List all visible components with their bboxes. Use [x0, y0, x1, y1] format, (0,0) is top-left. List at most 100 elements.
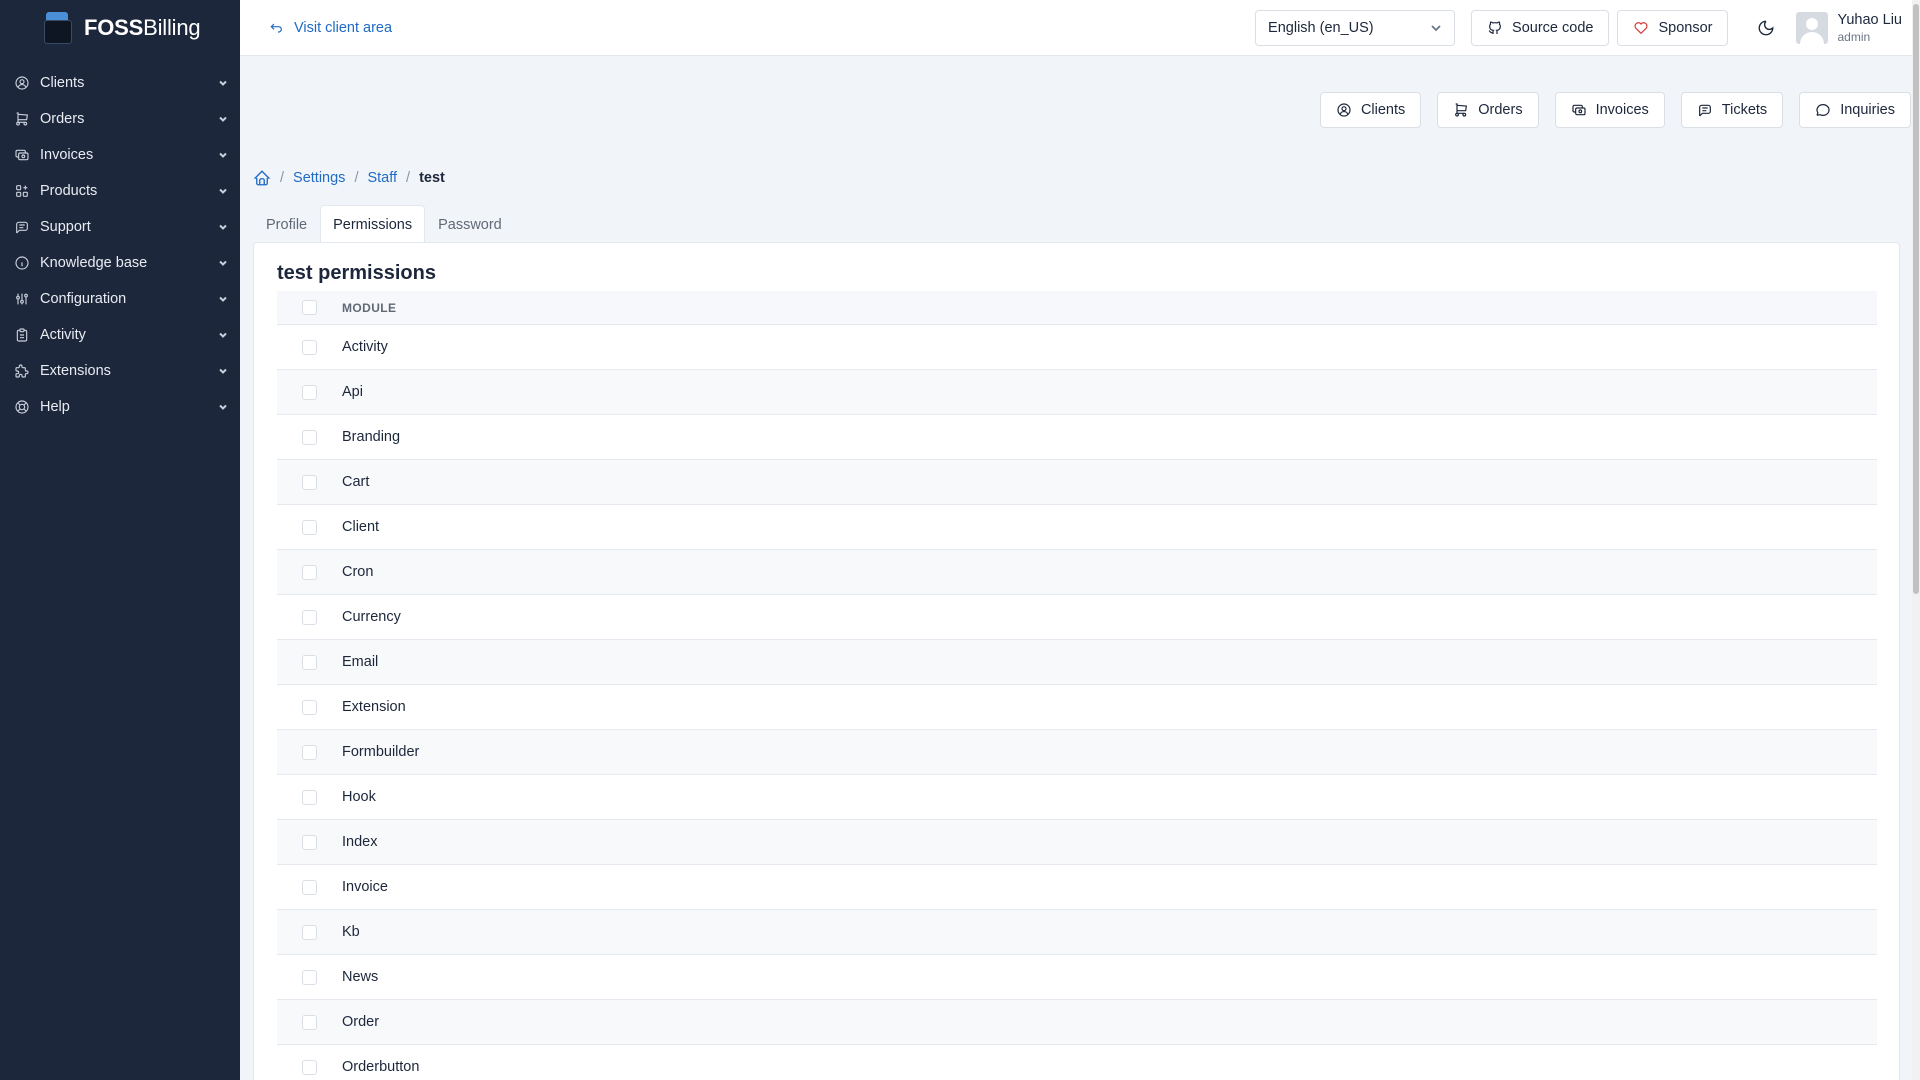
sidebar-item-label: Activity	[40, 327, 86, 343]
row-checkbox[interactable]	[302, 699, 317, 715]
table-row: Hook	[277, 775, 1877, 820]
quick-invoices-button[interactable]: Invoices	[1554, 92, 1665, 128]
quick-clients-button[interactable]: Clients	[1319, 92, 1422, 128]
tab-permissions[interactable]: Permissions	[320, 205, 426, 243]
row-checkbox[interactable]	[302, 1059, 317, 1075]
chevron-down-icon	[218, 183, 228, 200]
chevron-down-icon	[218, 363, 228, 380]
dark-mode-toggle[interactable]	[1748, 10, 1784, 46]
quick-links: Clients Orders Invoices Tickets Inquirie…	[1304, 92, 1911, 128]
table-row: Orderbutton	[277, 1045, 1877, 1080]
module-name: Cart	[342, 474, 370, 490]
table-row: Cron	[277, 550, 1877, 595]
home-icon[interactable]	[253, 169, 271, 187]
module-name: Branding	[342, 429, 401, 445]
sidebar-item-help[interactable]: Help	[0, 389, 240, 425]
breadcrumb-settings[interactable]: Settings	[293, 170, 345, 186]
user-name: Yuhao Liu	[1837, 11, 1902, 28]
row-checkbox[interactable]	[302, 384, 317, 400]
table-body: Activity Api Branding Cart Client Cron C…	[277, 325, 1877, 1080]
chevron-down-icon	[218, 255, 228, 272]
breadcrumb-staff[interactable]: Staff	[367, 170, 397, 186]
sidebar-item-label: Orders	[40, 111, 85, 127]
chevron-down-icon	[218, 327, 228, 344]
select-all-checkbox[interactable]	[302, 300, 317, 315]
top-bar-actions: English (en_US) Source code Sponsor Yuha…	[1255, 0, 1912, 56]
permissions-card: test permissions MODULE Activity Api Bra…	[253, 242, 1900, 1080]
clipboard-icon	[14, 327, 30, 343]
module-name: Invoice	[342, 879, 388, 895]
adjustments-icon	[14, 291, 30, 307]
table-row: Formbuilder	[277, 730, 1877, 775]
row-checkbox[interactable]	[302, 429, 317, 445]
module-name: Api	[342, 384, 363, 400]
row-checkbox[interactable]	[302, 1014, 317, 1030]
visit-client-area-link[interactable]: Visit client area	[268, 20, 392, 36]
row-checkbox[interactable]	[302, 789, 317, 805]
sidebar-item-clients[interactable]: Clients	[0, 65, 240, 101]
row-checkbox[interactable]	[302, 654, 317, 670]
scrollbar-thumb[interactable]	[1913, 4, 1919, 594]
sidebar-item-label: Extensions	[40, 363, 111, 379]
tab-profile[interactable]: Profile	[253, 205, 320, 243]
quick-inquiries-button[interactable]: Inquiries	[1799, 92, 1911, 128]
brand-logo-link[interactable]: FOSSBilling	[0, 0, 240, 55]
sidebar-item-extensions[interactable]: Extensions	[0, 353, 240, 389]
language-select[interactable]: English (en_US)	[1255, 10, 1456, 46]
wallet-logo-icon	[44, 11, 72, 44]
row-checkbox[interactable]	[302, 339, 317, 355]
cart-icon	[1455, 103, 1468, 117]
sidebar-item-products[interactable]: Products	[0, 173, 240, 209]
module-name: Activity	[342, 339, 388, 355]
row-checkbox[interactable]	[302, 744, 317, 760]
module-name: News	[342, 969, 379, 985]
quick-inquiries-label: Inquiries	[1840, 102, 1895, 118]
row-checkbox[interactable]	[302, 474, 317, 490]
github-icon	[1488, 21, 1501, 34]
user-menu[interactable]: Yuhao Liu admin	[1796, 12, 1912, 45]
breadcrumb-current: test	[419, 170, 445, 186]
moon-icon	[1759, 20, 1774, 36]
row-checkbox[interactable]	[302, 969, 317, 985]
quick-invoices-label: Invoices	[1595, 102, 1649, 118]
row-checkbox[interactable]	[302, 564, 317, 580]
chevron-down-icon	[218, 219, 228, 236]
sidebar: FOSSBilling Clients Orders Invoices Prod…	[0, 0, 240, 1080]
row-checkbox[interactable]	[302, 609, 317, 625]
sidebar-item-support[interactable]: Support	[0, 209, 240, 245]
heart-icon	[1634, 22, 1648, 35]
sidebar-item-label: Clients	[40, 75, 85, 91]
module-name: Hook	[342, 789, 376, 805]
breadcrumb-separator: /	[280, 170, 285, 186]
arrow-back-icon	[270, 23, 282, 33]
sidebar-item-activity[interactable]: Activity	[0, 317, 240, 353]
sponsor-button[interactable]: Sponsor	[1617, 10, 1729, 46]
puzzle-icon	[14, 363, 30, 379]
row-checkbox[interactable]	[302, 519, 317, 535]
source-code-button[interactable]: Source code	[1471, 10, 1610, 46]
invoice-icon	[1571, 104, 1586, 116]
module-name: Order	[342, 1014, 380, 1030]
quick-orders-button[interactable]: Orders	[1437, 92, 1539, 128]
table-row: Index	[277, 820, 1877, 865]
sidebar-item-orders[interactable]: Orders	[0, 101, 240, 137]
row-checkbox[interactable]	[302, 834, 317, 850]
brand-name: FOSSBilling	[84, 14, 201, 40]
page-scrollbar[interactable]	[1912, 0, 1920, 1080]
table-row: News	[277, 955, 1877, 1000]
breadcrumb-separator: /	[354, 170, 359, 186]
table-row: Branding	[277, 415, 1877, 460]
table-row: Api	[277, 370, 1877, 415]
info-icon	[14, 255, 30, 271]
sidebar-item-label: Knowledge base	[40, 255, 148, 271]
module-name: Email	[342, 654, 379, 670]
sidebar-item-knowledge-base[interactable]: Knowledge base	[0, 245, 240, 281]
row-checkbox[interactable]	[302, 924, 317, 940]
quick-tickets-button[interactable]: Tickets	[1680, 92, 1784, 128]
chevron-down-icon	[218, 111, 228, 128]
sidebar-item-configuration[interactable]: Configuration	[0, 281, 240, 317]
tab-password[interactable]: Password	[425, 205, 515, 243]
sidebar-item-invoices[interactable]: Invoices	[0, 137, 240, 173]
row-checkbox[interactable]	[302, 879, 317, 895]
module-name: Currency	[342, 609, 401, 625]
